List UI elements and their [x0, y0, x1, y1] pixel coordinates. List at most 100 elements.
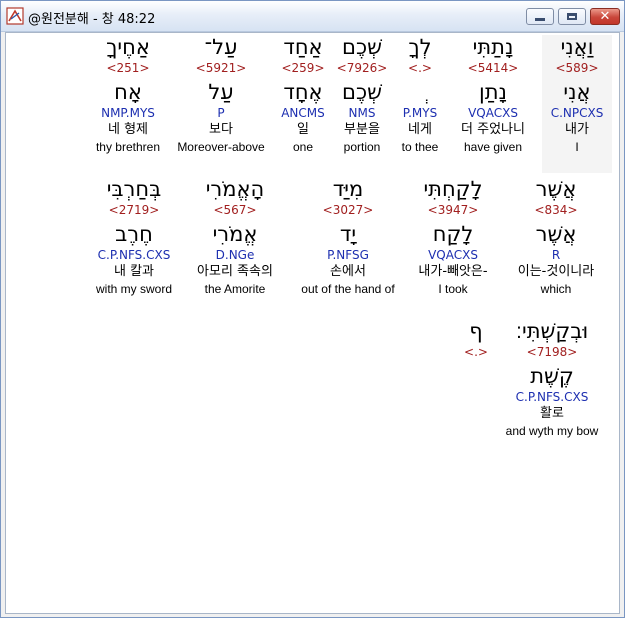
hebrew-lemma: נָתַן [479, 80, 507, 104]
parsing-code: VQACXS [428, 248, 478, 262]
word-cell[interactable]: אַחַד <259> אֶחָד ANCMS 일 one [272, 35, 334, 155]
korean-gloss: 보다 [209, 122, 233, 137]
parsing-code: D.NGe [215, 248, 255, 262]
hebrew-lemma: אָח [114, 80, 142, 104]
hebrew-lemma: אֱמֹרִי [212, 222, 258, 246]
word-cell[interactable]: ף <.> [456, 319, 496, 360]
hebrew-word: לְךָ [408, 35, 432, 59]
strong-number[interactable]: <5414> [450, 60, 536, 76]
korean-gloss: 일 [297, 122, 309, 137]
hebrew-lemma: ְ [390, 80, 450, 105]
hebrew-word: אַחַד [283, 35, 323, 59]
minimize-button[interactable] [526, 8, 554, 25]
hebrew-lemma: קֶשֶׁת [530, 364, 574, 388]
parsing-code: R [551, 248, 561, 262]
hebrew-word: וּבְקַשְׁתִּי׃ [515, 319, 589, 343]
interlinear-view[interactable]: וַאֲנִי <589> אֲנִי C.NPCXS 내가 I נָתַתִּ… [5, 32, 620, 614]
parsing-code: C.P.NFS.CXS [515, 390, 589, 404]
parsing-code: P.MYS [402, 106, 438, 120]
english-gloss: one [292, 140, 314, 154]
parsing-code: C.P.NFS.CXS [97, 248, 171, 262]
parsing-code: C.NPCXS [550, 106, 604, 120]
hebrew-lemma: אֲשֶׁר [535, 222, 577, 246]
hebrew-lemma: עַל [208, 80, 234, 104]
korean-gloss: 이는-것이니라 [517, 264, 595, 279]
parsing-code: NMS [348, 106, 376, 120]
word-cell[interactable]: מִיַּד <3027> יָד P.NFSG 손에서 out of the … [294, 177, 402, 297]
window-title: @원전분해 - 창 48:22 [28, 12, 156, 27]
strong-number[interactable]: <3947> [402, 202, 504, 218]
english-gloss: the Amorite [204, 282, 266, 296]
english-gloss: and wyth my bow [505, 424, 599, 438]
english-gloss: thy brethren [95, 140, 161, 154]
strong-number[interactable]: <7926> [332, 60, 392, 76]
close-icon: ✕ [599, 9, 611, 24]
hebrew-word: אֲשֶׁר [535, 177, 577, 201]
english-gloss: which [540, 282, 572, 296]
hebrew-lemma: אֶחָד [283, 80, 323, 104]
hebrew-lemma: לָקַח [432, 222, 474, 246]
hebrew-word: לָקַחְתִּי [423, 177, 483, 201]
word-cell[interactable]: אַחֶיךָ <251> אָח NMP.MYS 네 형제 thy breth… [90, 35, 166, 155]
word-cell[interactable]: אֲשֶׁר <834> אֲשֶׁר R 이는-것이니라 which [504, 177, 608, 297]
maximize-button[interactable] [558, 8, 586, 25]
korean-gloss: 네 형제 [107, 122, 148, 137]
strong-number[interactable]: <589> [542, 60, 612, 76]
hebrew-word: אַחֶיךָ [106, 35, 150, 59]
hebrew-lemma: אֲנִי [563, 80, 591, 104]
close-button[interactable]: ✕ [590, 8, 620, 25]
hebrew-lemma: חֶרֶב [115, 222, 153, 246]
maximize-icon [567, 13, 577, 20]
strong-number[interactable]: <3027> [294, 202, 402, 218]
word-cell[interactable]: הָאֱמֹרִי <567> אֱמֹרִי D.NGe 아모리 족속의 th… [184, 177, 286, 297]
strong-number[interactable]: <259> [272, 60, 334, 76]
parsing-code: P.NFSG [327, 248, 369, 262]
strong-number[interactable]: <567> [184, 202, 286, 218]
english-gloss: have given [463, 140, 523, 154]
korean-gloss: 손에서 [330, 264, 366, 279]
korean-gloss: 내가-빼앗은- [418, 264, 488, 279]
word-cell[interactable]: וּבְקַשְׁתִּי׃ <7198> קֶשֶׁת C.P.NFS.CXS… [496, 319, 608, 439]
title-bar[interactable]: @원전분해 - 창 48:22 ✕ [1, 1, 624, 32]
hebrew-word: עַל־ [204, 35, 238, 59]
korean-gloss: 내가 [565, 122, 589, 137]
english-gloss: I [575, 140, 579, 154]
english-gloss: out of the hand of [301, 282, 395, 296]
strong-number[interactable]: <5921> [174, 60, 268, 76]
korean-gloss: 활로 [540, 406, 564, 421]
parsing-code: VQACXS [468, 106, 518, 120]
strong-number[interactable]: <.> [390, 60, 450, 76]
word-cell[interactable]: עַל־ <5921> עַל P 보다 Moreover-above [174, 35, 268, 155]
strong-number[interactable]: <2719> [84, 202, 184, 218]
word-cell[interactable]: לְךָ <.> ְ P.MYS 네게 to thee [390, 35, 450, 155]
parsing-code: P [217, 106, 225, 120]
strong-number[interactable]: <834> [504, 202, 608, 218]
english-gloss: portion [343, 140, 381, 154]
korean-gloss: 더 주었나니 [461, 122, 525, 137]
bible-book-icon [6, 7, 24, 25]
hebrew-lemma: יָד [339, 222, 357, 246]
word-cell[interactable]: נָתַתִּי <5414> נָתַן VQACXS 더 주었나니 have… [450, 35, 536, 155]
minimize-icon [535, 17, 545, 21]
word-cell[interactable]: וַאֲנִי <589> אֲנִי C.NPCXS 내가 I [542, 35, 612, 173]
word-cell[interactable]: בְּחַרְבִּי <2719> חֶרֶב C.P.NFS.CXS 내 칼… [84, 177, 184, 297]
word-cell[interactable]: לָקַחְתִּי <3947> לָקַח VQACXS 내가-빼앗은- I… [402, 177, 504, 297]
korean-gloss: 부분을 [344, 122, 380, 137]
hebrew-word: שְׁכֶם [342, 35, 382, 59]
app-window: @원전분해 - 창 48:22 ✕ וַאֲנִי <589> אֲנִי C.… [0, 0, 625, 618]
english-gloss: to thee [401, 140, 439, 154]
parsing-code: ANCMS [281, 106, 325, 120]
strong-number[interactable]: <251> [90, 60, 166, 76]
strong-number[interactable]: <.> [456, 344, 496, 360]
hebrew-word: נָתַתִּי [472, 35, 514, 59]
english-gloss: with my sword [95, 282, 172, 296]
hebrew-word: הָאֱמֹרִי [205, 177, 265, 201]
english-gloss: I took [438, 282, 468, 296]
korean-gloss: 내 칼과 [113, 264, 154, 279]
korean-gloss: 아모리 족속의 [197, 264, 273, 279]
word-cell[interactable]: שְׁכֶם <7926> שְׁכֶם NMS 부분을 portion [332, 35, 392, 155]
parsing-code: NMP.MYS [101, 106, 155, 120]
hebrew-word: וַאֲנִי [560, 35, 594, 59]
strong-number[interactable]: <7198> [496, 344, 608, 360]
english-gloss: Moreover-above [177, 140, 265, 154]
